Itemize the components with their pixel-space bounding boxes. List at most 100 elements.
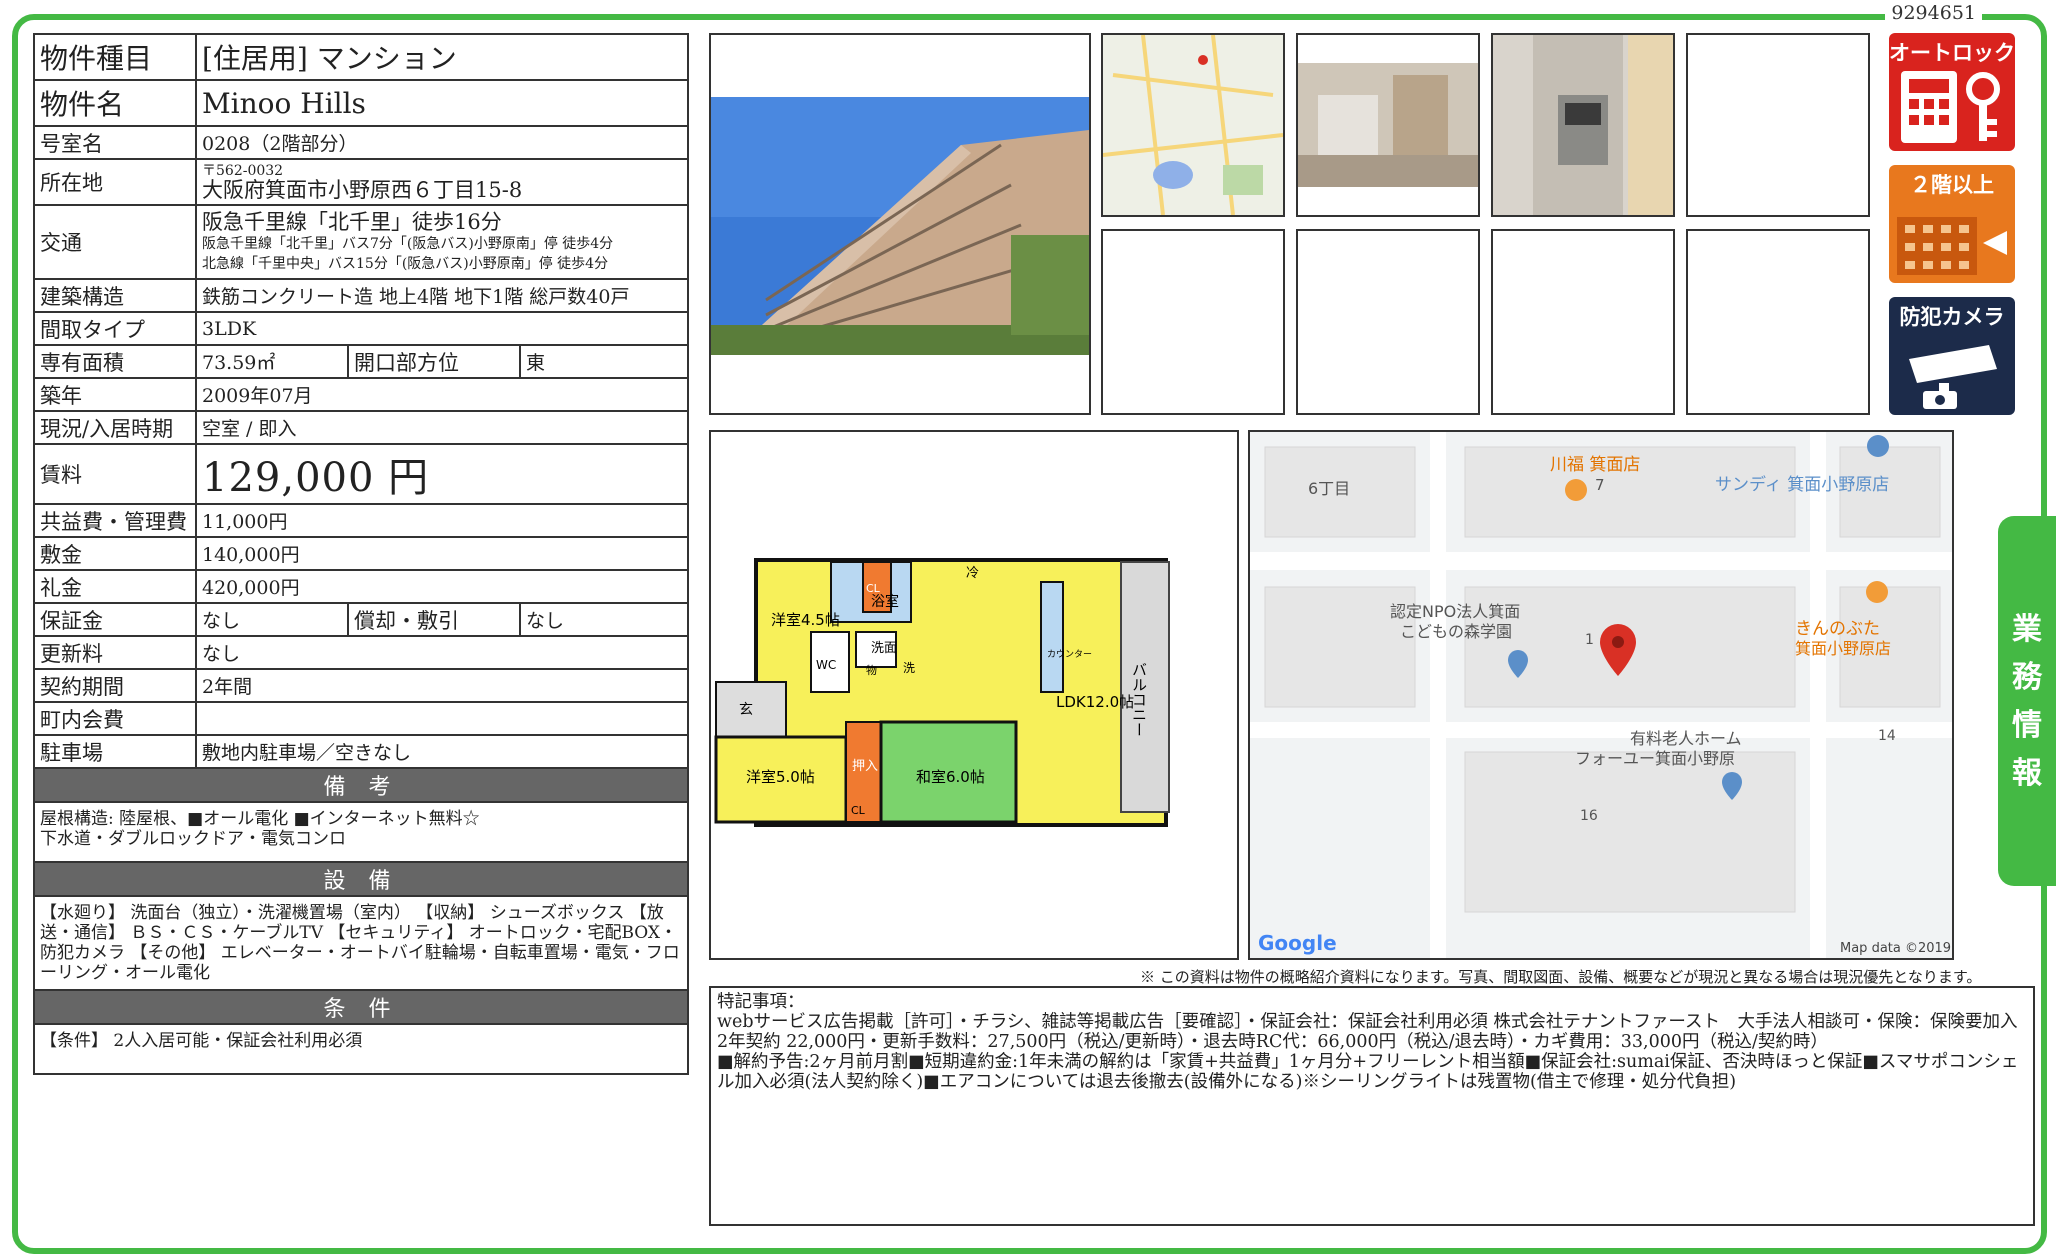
renewal-value: なし (194, 635, 690, 670)
amort-value: なし (518, 602, 690, 637)
rent-value: 129,000 円 (194, 443, 690, 505)
layout-value: 3LDK (194, 311, 690, 346)
business-info-tab[interactable]: 業 務 情 報 (1998, 516, 2056, 886)
intercom-photo (1491, 33, 1675, 217)
guarantee-label: 保証金 (33, 602, 197, 637)
fp-room-11: CL (851, 804, 866, 817)
address-cell: 〒562-0032 大阪府箕面市小野原西６丁目15-8 (194, 158, 690, 206)
floor-plan: 洋室4.5帖 浴室 洗面 冷 LDK12.0帖 玄 洋室5.0帖 押入 和室6.… (709, 430, 1239, 960)
remarks-text: 屋根構造: 陸屋根、■オール電化 ■インターネット無料☆ 下水道・ダブルロックド… (32, 801, 690, 863)
rent-label: 賃料 (33, 443, 197, 505)
facing-label: 開口部方位 (347, 344, 521, 379)
map-label-10: 有料老人ホーム (1630, 729, 1742, 748)
map-label-13: 16 (1580, 808, 1598, 824)
area-value: 73.59㎡ (195, 344, 349, 379)
parking-label: 駐車場 (33, 734, 197, 769)
facing-value: 東 (518, 344, 690, 379)
entrance-photo (1296, 33, 1480, 217)
postal-code: 〒562-0032 (202, 163, 284, 179)
equipment-text: 【水廻り】 洗面台（独立）・洗濯機置場（室内） 【収納】 シューズボックス 【放… (32, 895, 690, 991)
term-value: 2年間 (194, 668, 690, 703)
structure-value: 鉄筋コンクリート造 地上4階 地下1階 総戸数40戸 (194, 278, 690, 313)
address-label: 所在地 (33, 158, 197, 206)
equipment-heading: 設 備 (32, 861, 690, 897)
amort-label: 償却・敷引 (347, 602, 521, 637)
fp-room-5: LDK12.0帖 (1056, 693, 1134, 711)
name-label: 物件名 (33, 79, 197, 127)
property-spec-table: 物件種目 [住居用] マンション 物件名 Minoo Hills 号室名 020… (32, 33, 690, 1075)
fp-room-13: 物 (866, 663, 877, 677)
layout-label: 間取タイプ (33, 311, 197, 346)
special-notes: 特記事項： webサービス広告掲載［許可］・チラシ、雑誌等掲載広告［要確認］・保… (709, 986, 2035, 1226)
side-tab-char-4: 報 (2012, 756, 2042, 791)
fp-balcony: バルコニー (1130, 662, 1148, 737)
transit-cell: 阪急千里線「北千里」徒歩16分 阪急千里線「北千里」バス7分「(阪急バス)小野原… (194, 204, 690, 280)
renewal-label: 更新料 (33, 635, 197, 670)
empty-photo-slot-3 (1296, 229, 1480, 415)
fp-room-6: 玄 (739, 701, 753, 718)
map-label-3: 7 (1595, 476, 1605, 494)
remarks-heading: 備 考 (32, 767, 690, 803)
transit-sub-1: 阪急千里線「北千里」バス7分「(阪急バス)小野原南」停 徒歩4分 (202, 236, 614, 252)
map-label-6: こどもの森学園 (1400, 622, 1512, 641)
empty-photo-slot-4 (1491, 229, 1675, 415)
type-value: [住居用] マンション (194, 33, 690, 81)
security-camera-label: 防犯カメラ (1899, 305, 2005, 329)
side-tab-char-1: 業 (2012, 612, 2042, 647)
map-label-4: サンディ 箕面小野原店 (1715, 474, 1889, 495)
map-label-9: 箕面小野原店 (1795, 639, 1891, 658)
map-credit: Map data ©2019 (1840, 941, 1951, 956)
key-money-value: 420,000円 (194, 569, 690, 604)
fp-room-9: 和室6.0帖 (916, 768, 985, 786)
special-notes-title: 特記事項： (717, 992, 805, 1012)
community-label: 町内会費 (33, 701, 197, 736)
empty-photo-slot-5 (1686, 229, 1870, 415)
map-label-2: 川福 箕面店 (1550, 455, 1640, 475)
address-value: 大阪府箕面市小野原西６丁目15-8 (202, 178, 523, 202)
shop-marker-icon (1867, 435, 1889, 457)
special-notes-line-2: ■解約予告:2ヶ月前月割■短期違約金:1年未満の解約は「家賃+共益費」1ヶ月分+… (717, 1052, 2019, 1092)
keypad-icon (1901, 71, 2000, 143)
community-value (194, 701, 690, 736)
fee-label: 共益費・管理費 (33, 503, 197, 538)
second-floor-label: ２階以上 (1910, 173, 1994, 197)
map-label-1: 6丁目 (1308, 479, 1350, 498)
name-value: Minoo Hills (194, 79, 690, 127)
disclaimer: ※ この資料は物件の概略紹介資料になります。写真、間取図面、設備、概要などが現況… (1140, 968, 1982, 986)
conditions-heading: 条 件 (32, 989, 690, 1025)
second-floor-badge: ２階以上 (1889, 165, 2015, 283)
fp-room-15: カウンター (1047, 649, 1092, 660)
side-tab-char-3: 情 (2012, 708, 2042, 743)
fp-room-7: 洋室5.0帖 (746, 768, 815, 786)
status-label: 現況/入居時期 (33, 410, 197, 445)
map-label-7: 1 (1585, 632, 1594, 648)
built-value: 2009年07月 (194, 377, 690, 412)
fp-room-1: 洋室4.5帖 (771, 611, 840, 629)
document-id: 9294651 (1885, 2, 1982, 24)
map-label-12: 14 (1878, 728, 1896, 744)
building-icon (1897, 217, 2007, 275)
empty-photo-slot-2 (1101, 229, 1285, 415)
built-label: 築年 (33, 377, 197, 412)
security-camera-badge: 防犯カメラ (1889, 297, 2015, 415)
fp-room-4: 冷 (966, 566, 979, 581)
status-value: 空室 / 即入 (194, 410, 690, 445)
deposit-label: 敷金 (33, 536, 197, 571)
fp-room-10: CL (866, 582, 881, 595)
parking-value: 敷地内駐車場／空きなし (194, 734, 690, 769)
camera-icon (1909, 345, 1997, 409)
autolock-label: オートロック (1889, 41, 2015, 65)
fp-room-8: 押入 (852, 759, 878, 774)
location-map: 6丁目 川福 箕面店 7 サンディ 箕面小野原店 認定NPO法人箕面 こどもの森… (1248, 430, 1954, 960)
fp-room-2: 浴室 (871, 593, 899, 610)
fp-room-12: WC (816, 658, 836, 672)
term-label: 契約期間 (33, 668, 197, 703)
room-label: 号室名 (33, 125, 197, 160)
google-logo: Google (1258, 931, 1337, 955)
transit-label: 交通 (33, 204, 197, 280)
transit-main: 阪急千里線「北千里」徒歩16分 (202, 210, 502, 234)
fee-value: 11,000円 (194, 503, 690, 538)
special-notes-line-1: webサービス広告掲載［許可］・チラシ、雑誌等掲載広告［要確認］・保証会社：保証… (717, 1012, 2018, 1052)
transit-sub-2: 北急線「千里中央」バス15分「(阪急バス)小野原南」停 徒歩4分 (202, 256, 609, 272)
area-label: 専有面積 (33, 344, 197, 379)
